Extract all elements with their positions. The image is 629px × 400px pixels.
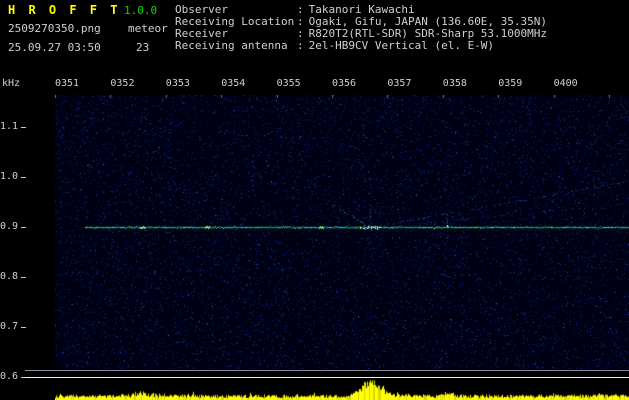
time-tick-label: 0355 — [276, 78, 301, 89]
station-info-row: Receiving antenna:2el-HB9CV Vertical (el… — [175, 40, 547, 52]
time-tick-label: 0352 — [110, 78, 135, 89]
freq-tick-dash — [21, 177, 26, 178]
app-title: H R O F F T — [8, 3, 121, 17]
hrofft-output-window: H R O F F T 1.0.0 2509270350.png meteor … — [0, 0, 629, 400]
freq-unit-label: kHz — [2, 78, 21, 89]
freq-tick-dash — [21, 227, 26, 228]
freq-tick-dash — [21, 327, 26, 328]
output-filename: 2509270350.png — [8, 22, 101, 35]
freq-tick-label: 0.8 — [0, 271, 19, 282]
spectrogram-canvas — [55, 95, 629, 369]
freq-tick-dash — [21, 277, 26, 278]
time-tick-label: 0357 — [387, 78, 412, 89]
station-info-value: 2el-HB9CV Vertical (el. E-W) — [308, 39, 495, 52]
freq-tick-label: 1.0 — [0, 171, 19, 182]
level-graph-canvas — [55, 379, 629, 400]
time-tick-label: 0353 — [165, 78, 190, 89]
time-tick-label: 0359 — [498, 78, 523, 89]
freq-tick-label: 0.6 — [0, 371, 19, 382]
separator-line-upper — [25, 370, 629, 371]
separator-line-lower — [25, 377, 629, 378]
station-info-colon: : — [297, 39, 304, 52]
mode-label: meteor — [128, 22, 168, 35]
freq-tick-dash — [21, 127, 26, 128]
time-tick-label: 0356 — [332, 78, 357, 89]
time-tick-label: 0400 — [553, 78, 578, 89]
capture-datetime: 25.09.27 03:50 — [8, 41, 101, 54]
freq-tick-label: 1.1 — [0, 121, 19, 132]
time-tick-label: 0351 — [55, 78, 80, 89]
freq-tick-label: 0.9 — [0, 221, 19, 232]
station-info-label: Receiving antenna — [175, 39, 288, 52]
station-info-block: Observer: Takanori Kawachi Receiving Locat… — [175, 4, 547, 52]
app-version: 1.0.0 — [124, 4, 158, 17]
freq-tick-label: 0.7 — [0, 321, 19, 332]
time-tick-label: 0354 — [221, 78, 246, 89]
echo-count: 23 — [136, 41, 150, 54]
time-tick-label: 0358 — [442, 78, 467, 89]
